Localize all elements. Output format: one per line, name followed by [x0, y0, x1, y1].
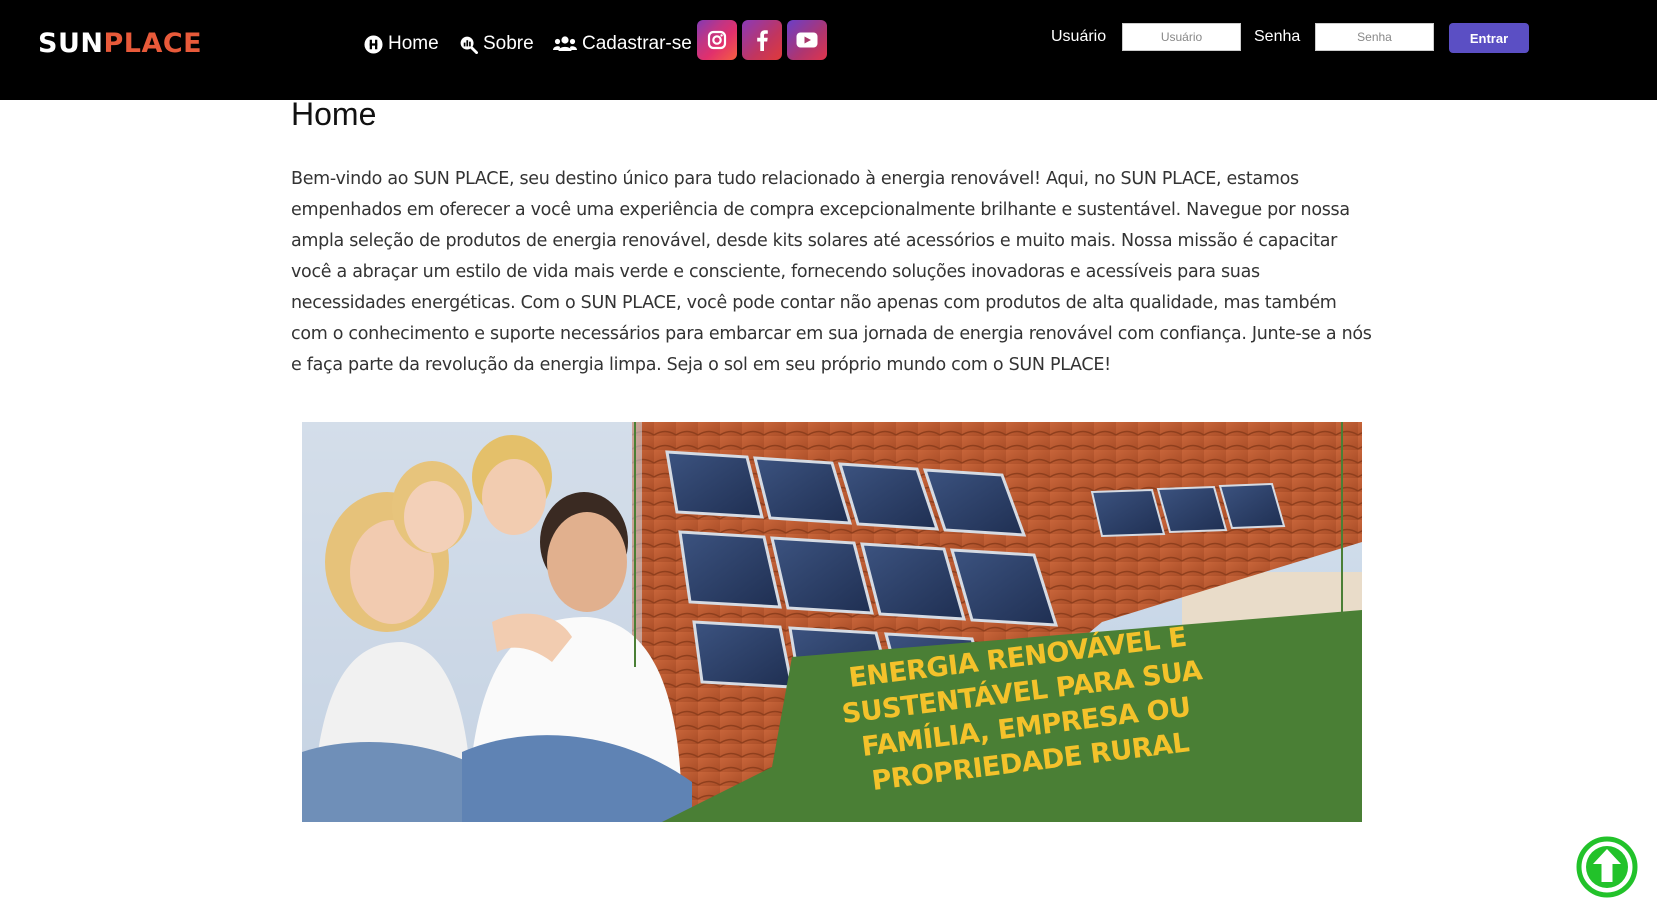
nav-home[interactable]: Home	[364, 0, 439, 88]
nav-sobre-link[interactable]: Sobre	[459, 33, 534, 55]
intro-paragraph: Bem-vindo ao SUN PLACE, seu destino únic…	[291, 169, 1372, 375]
nav-cadastrar[interactable]: Cadastrar-se	[553, 0, 692, 88]
arrow-up-circle-icon	[1576, 836, 1638, 898]
username-label: Usuário	[1051, 28, 1107, 45]
nav-cadastrar-link[interactable]: Cadastrar-se	[553, 33, 692, 55]
top-navbar: SUNPLACE Home Sobre Cadastrar-se Usuário…	[0, 0, 1657, 100]
facebook-button[interactable]	[742, 20, 782, 60]
nav-home-link[interactable]: Home	[364, 33, 439, 55]
username-input[interactable]	[1122, 23, 1241, 51]
youtube-button[interactable]	[787, 20, 827, 60]
home-circle-icon	[364, 34, 383, 54]
sunplace-logo[interactable]: SUNPLACE	[38, 28, 202, 60]
facebook-icon	[757, 30, 768, 51]
youtube-icon	[796, 32, 818, 48]
nav-home-label: Home	[388, 33, 439, 54]
page-title: Home	[291, 96, 377, 132]
search-chart-icon	[460, 36, 478, 54]
password-label: Senha	[1254, 28, 1301, 45]
instagram-icon	[707, 30, 727, 50]
logo-part-place: PLACE	[103, 28, 203, 59]
nav-sobre[interactable]: Sobre	[459, 0, 534, 88]
logo-part-sun: SUN	[38, 28, 104, 59]
password-input[interactable]	[1315, 23, 1434, 51]
users-icon	[553, 36, 577, 51]
login-button[interactable]: Entrar	[1449, 23, 1529, 53]
nav-sobre-label: Sobre	[483, 33, 534, 54]
hero-banner: Energia renovável e sustentável para sua…	[302, 422, 1362, 822]
back-to-top-button[interactable]	[1576, 836, 1638, 898]
nav-cadastrar-label: Cadastrar-se	[582, 33, 692, 54]
instagram-button[interactable]	[697, 20, 737, 60]
